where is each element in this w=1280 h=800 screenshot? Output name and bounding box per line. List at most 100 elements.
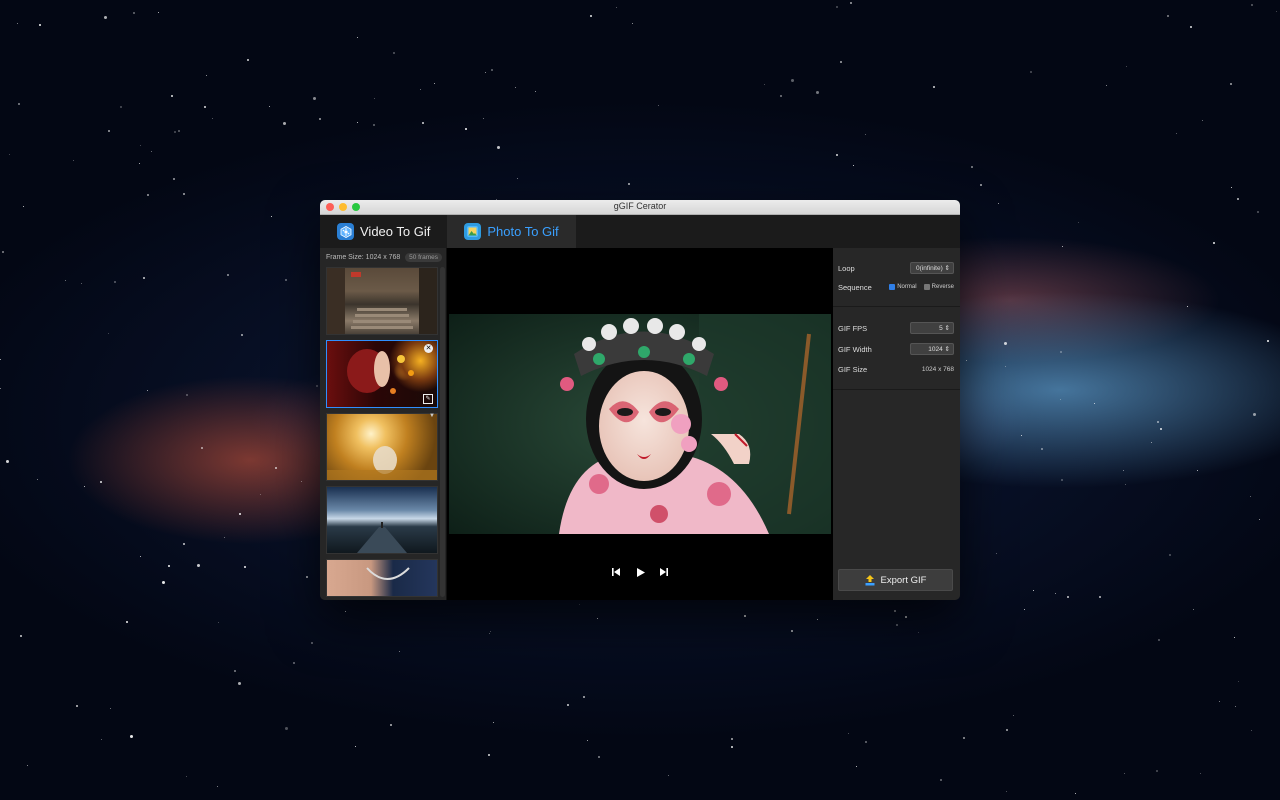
star xyxy=(579,604,580,605)
star xyxy=(275,467,277,469)
star xyxy=(1013,715,1014,716)
star xyxy=(239,513,241,515)
star xyxy=(84,486,85,487)
star xyxy=(183,193,185,195)
frame-header: Frame Size: 1024 x 768 50 frames xyxy=(320,248,446,266)
star xyxy=(493,722,494,723)
star xyxy=(311,642,313,644)
star xyxy=(1219,701,1220,702)
star xyxy=(0,388,1,389)
skip-forward-icon[interactable] xyxy=(658,566,670,578)
star xyxy=(597,618,598,619)
star xyxy=(918,632,919,633)
sequence-normal-checkbox[interactable]: Normal xyxy=(889,284,917,290)
star xyxy=(0,359,1,360)
play-icon[interactable] xyxy=(634,566,646,578)
star xyxy=(39,24,41,26)
star xyxy=(108,333,109,334)
star xyxy=(37,479,38,480)
star xyxy=(420,89,421,90)
thumbnail-alley[interactable] xyxy=(326,267,438,335)
star xyxy=(269,106,270,107)
sequence-reverse-checkbox[interactable]: Reverse xyxy=(923,284,954,290)
star xyxy=(186,394,188,396)
star xyxy=(853,165,854,166)
film-hex-icon xyxy=(337,223,354,240)
star xyxy=(489,633,490,634)
star xyxy=(1230,83,1232,85)
star xyxy=(1106,85,1107,86)
star xyxy=(319,118,321,120)
width-label: GIF Width xyxy=(838,344,872,354)
star xyxy=(465,128,467,130)
star xyxy=(1075,793,1076,794)
edit-frame-icon[interactable]: ✎ xyxy=(423,394,433,404)
remove-frame-icon[interactable]: ✕ xyxy=(424,344,433,353)
star xyxy=(485,72,486,73)
loop-select[interactable]: 0(infinite) ⇕ xyxy=(910,262,954,274)
sequence-label: Sequence xyxy=(838,283,872,292)
tab-video-to-gif-label: Video To Gif xyxy=(360,224,431,239)
star xyxy=(422,122,424,124)
star xyxy=(73,160,74,161)
export-gif-button[interactable]: Export GIF xyxy=(838,569,953,591)
window-title: gGIF Cerator xyxy=(613,201,667,211)
star xyxy=(1004,342,1007,345)
thumbnail-scrollbar[interactable] xyxy=(440,267,445,597)
checkbox-unchecked-icon xyxy=(923,284,930,290)
star xyxy=(1267,340,1269,342)
star xyxy=(227,274,229,276)
thumbnail-list[interactable]: ✕ ✎ ▼ xyxy=(326,267,438,600)
star xyxy=(1099,596,1101,598)
star xyxy=(1125,484,1126,485)
tab-photo-to-gif[interactable]: Photo To Gif xyxy=(447,215,576,248)
star xyxy=(1006,791,1007,792)
star xyxy=(848,733,849,734)
skip-back-icon[interactable] xyxy=(610,566,622,578)
star xyxy=(283,122,286,125)
star xyxy=(497,146,500,149)
thumbnail-sunlight[interactable]: ▼ xyxy=(326,413,438,481)
star xyxy=(285,727,288,730)
thumbnail-woman-bokeh[interactable]: ✕ ✎ xyxy=(326,340,438,408)
star xyxy=(285,279,287,281)
star xyxy=(158,12,159,13)
fps-row: GIF FPS 5 ⇕ xyxy=(838,322,954,334)
star xyxy=(616,7,617,8)
star xyxy=(100,481,102,483)
star xyxy=(1126,66,1127,67)
star xyxy=(238,682,241,685)
tab-video-to-gif[interactable]: Video To Gif xyxy=(320,215,447,248)
star xyxy=(306,576,308,578)
star xyxy=(2,251,4,253)
fps-stepper[interactable]: 5 ⇕ xyxy=(910,322,954,334)
thumbnail-necklace[interactable] xyxy=(326,559,438,597)
star xyxy=(174,131,176,133)
star xyxy=(850,2,852,4)
star xyxy=(865,134,866,135)
star xyxy=(357,37,358,38)
title-bar[interactable]: gGIF Cerator xyxy=(320,200,960,215)
star xyxy=(247,59,249,61)
width-stepper[interactable]: 1024 ⇕ xyxy=(910,343,954,355)
export-gif-label: Export GIF xyxy=(880,574,927,586)
star xyxy=(1231,187,1232,188)
star xyxy=(764,84,765,85)
star xyxy=(186,776,187,777)
star xyxy=(241,334,243,336)
star xyxy=(791,79,794,82)
star xyxy=(1237,198,1239,200)
star xyxy=(517,178,518,179)
star xyxy=(744,615,746,617)
star xyxy=(780,95,782,97)
star xyxy=(668,775,669,776)
star xyxy=(535,91,536,92)
preview-area xyxy=(447,248,833,600)
size-row: GIF Size 1024 x 768 xyxy=(838,365,954,374)
thumbnail-road[interactable] xyxy=(326,486,438,554)
star xyxy=(355,746,356,747)
star xyxy=(104,16,107,19)
sequence-row: Sequence Normal Reverse xyxy=(838,283,954,292)
photo-icon xyxy=(464,223,482,240)
star xyxy=(1158,639,1160,641)
